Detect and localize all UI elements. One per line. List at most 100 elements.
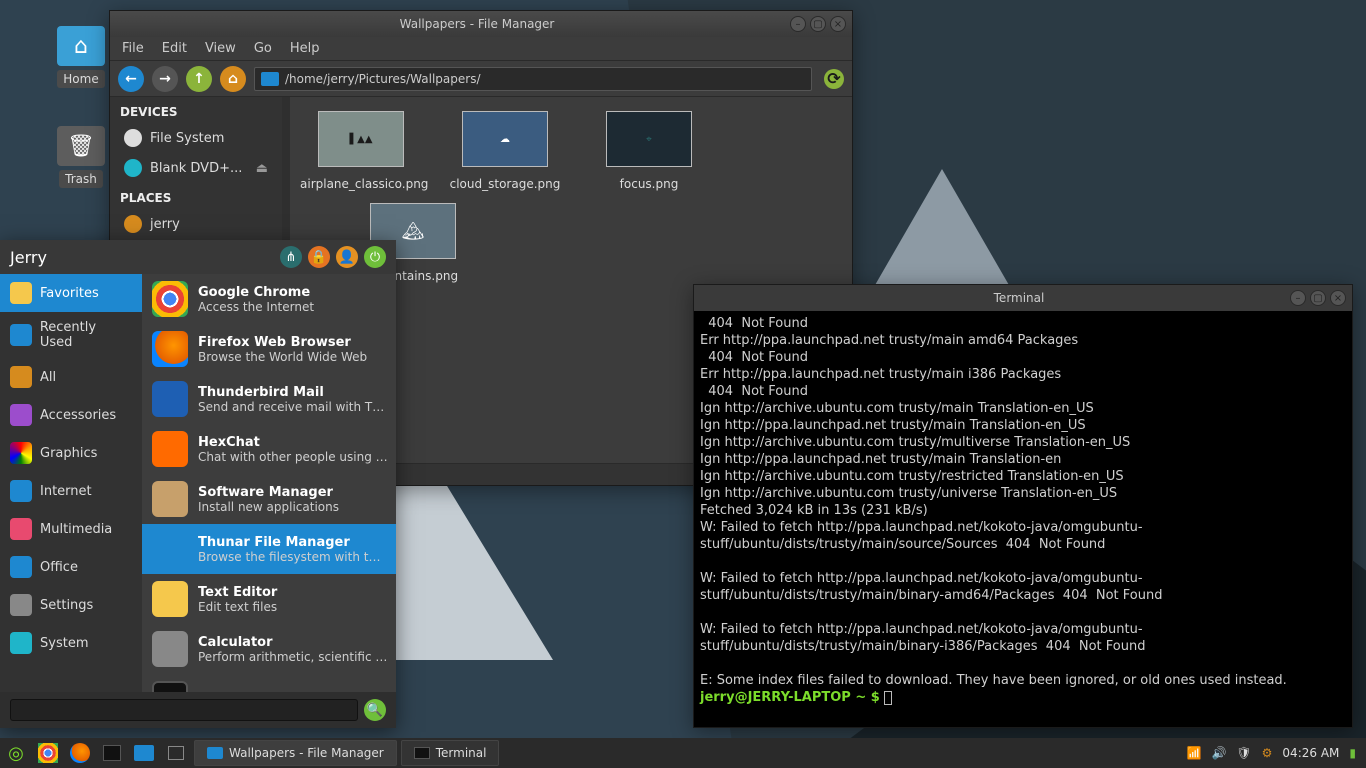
menu-help[interactable]: Help (290, 41, 320, 56)
menu-action-allsettings-icon[interactable]: ⋔ (280, 246, 302, 268)
file-manager-titlebar[interactable]: Wallpapers - File Manager – ▢ × (110, 11, 852, 37)
file-thumbnail: ▌▲▲ (318, 111, 404, 167)
launcher-firefox[interactable] (66, 740, 94, 766)
sidebar-item-home[interactable]: jerry (110, 209, 282, 239)
folder-icon (10, 324, 32, 346)
network-icon[interactable]: 📶 (1187, 746, 1202, 760)
volume-icon[interactable]: 🔊 (1211, 746, 1226, 760)
category-label: Internet (40, 484, 92, 499)
folder-home-icon: ⌂ (57, 26, 105, 66)
window-minimize-button[interactable]: – (1290, 290, 1306, 306)
sidebar-item-dvd[interactable]: Blank DVD+... ⏏ (110, 153, 282, 183)
launcher-terminal[interactable] (98, 740, 126, 766)
nav-back-button[interactable]: ← (118, 66, 144, 92)
menu-edit[interactable]: Edit (162, 41, 187, 56)
menu-search-input[interactable] (10, 699, 358, 721)
firefox-icon (70, 743, 90, 763)
window-maximize-button[interactable]: ▢ (810, 16, 826, 32)
nav-up-button[interactable]: ↑ (186, 66, 212, 92)
desktop-icon (168, 746, 184, 760)
search-icon[interactable]: 🔍 (364, 699, 386, 721)
reload-button[interactable]: ⟳ (824, 69, 844, 89)
task-label: Wallpapers - File Manager (229, 746, 384, 760)
menu-launcher-button[interactable]: ◎ (2, 740, 30, 766)
file-thumbnail: ☁ (462, 111, 548, 167)
menu-action-logout-icon[interactable]: ⏻ (364, 246, 386, 268)
category-recent[interactable]: Recently Used (0, 312, 142, 358)
category-label: Recently Used (40, 320, 132, 350)
app-item-thunderbird[interactable]: Thunderbird MailSend and receive mail wi… (142, 374, 396, 424)
terminal-icon (152, 681, 188, 692)
nav-home-button[interactable]: ⌂ (220, 66, 246, 92)
sidebar-item-filesystem[interactable]: File System (110, 123, 282, 153)
category-multimedia[interactable]: Multimedia (0, 510, 142, 548)
app-item-thunar[interactable]: Thunar File ManagerBrowse the filesystem… (142, 524, 396, 574)
category-label: Settings (40, 598, 93, 613)
app-item-software-manager[interactable]: Software ManagerInstall new applications (142, 474, 396, 524)
sidebar-section-devices: DEVICES (110, 97, 282, 123)
window-close-button[interactable]: × (1330, 290, 1346, 306)
path-bar[interactable]: /home/jerry/Pictures/Wallpapers/ (254, 67, 812, 91)
security-icon[interactable]: 🛡 (1236, 746, 1251, 760)
category-system[interactable]: System (0, 624, 142, 662)
menu-user-name: Jerry (10, 248, 47, 267)
category-office[interactable]: Office (0, 548, 142, 586)
launcher-files[interactable] (130, 740, 158, 766)
category-all[interactable]: All (0, 358, 142, 396)
window-title: Terminal (748, 291, 1290, 305)
menu-go[interactable]: Go (254, 41, 272, 56)
app-item-chrome[interactable]: Google ChromeAccess the Internet (142, 274, 396, 324)
menu-file[interactable]: File (122, 41, 144, 56)
clock[interactable]: 04:26 AM (1282, 746, 1339, 760)
app-item-hexchat[interactable]: HexChatChat with other people using I... (142, 424, 396, 474)
app-desc: Browse the filesystem with the... (198, 550, 388, 564)
app-item-calculator[interactable]: CalculatorPerform arithmetic, scientific… (142, 624, 396, 674)
terminal-icon (103, 745, 121, 761)
firefox-icon (152, 331, 188, 367)
drive-icon (124, 129, 142, 147)
category-internet[interactable]: Internet (0, 472, 142, 510)
window-maximize-button[interactable]: ▢ (1310, 290, 1326, 306)
updates-icon[interactable]: ⚙ (1262, 746, 1273, 760)
taskbar: ◎ Wallpapers - File Manager Terminal 📶 🔊… (0, 738, 1366, 768)
category-accessories[interactable]: Accessories (0, 396, 142, 434)
battery-icon[interactable]: ▮ (1349, 746, 1356, 760)
category-label: Favorites (40, 286, 99, 301)
terminal-titlebar[interactable]: Terminal – ▢ × (694, 285, 1352, 311)
thunar-icon (152, 531, 188, 567)
app-name: Xfce Terminal (198, 692, 298, 693)
eject-icon[interactable]: ⏏ (256, 161, 268, 176)
category-settings[interactable]: Settings (0, 586, 142, 624)
task-file-manager[interactable]: Wallpapers - File Manager (194, 740, 397, 766)
app-item-text-editor[interactable]: Text EditorEdit text files (142, 574, 396, 624)
app-item-firefox[interactable]: Firefox Web BrowserBrowse the World Wide… (142, 324, 396, 374)
category-label: Graphics (40, 446, 97, 461)
window-close-button[interactable]: × (830, 16, 846, 32)
home-icon (124, 215, 142, 233)
path-text: /home/jerry/Pictures/Wallpapers/ (285, 72, 481, 86)
show-desktop-button[interactable] (162, 740, 190, 766)
category-label: Accessories (40, 408, 116, 423)
category-favorites[interactable]: Favorites (0, 274, 142, 312)
grid-icon (10, 366, 32, 388)
app-item-xfce-terminal[interactable]: Xfce Terminal (142, 674, 396, 692)
desktop-icon-trash[interactable]: 🗑 Trash (46, 126, 116, 188)
desktop-icon-home[interactable]: ⌂ Home (46, 26, 116, 88)
terminal-content[interactable]: 404 Not Found Err http://ppa.launchpad.n… (694, 311, 1352, 727)
menu-action-switchuser-icon[interactable]: 👤 (336, 246, 358, 268)
task-terminal[interactable]: Terminal (401, 740, 500, 766)
category-graphics[interactable]: Graphics (0, 434, 142, 472)
sidebar-item-label: jerry (150, 217, 180, 232)
menu-view[interactable]: View (205, 41, 236, 56)
menu-action-lock-icon[interactable]: 🔒 (308, 246, 330, 268)
file-item[interactable]: ▌▲▲ airplane_classico.png (300, 111, 422, 191)
app-name: Thunderbird Mail (198, 385, 388, 400)
nav-forward-button[interactable]: → (152, 66, 178, 92)
window-minimize-button[interactable]: – (790, 16, 806, 32)
launcher-chrome[interactable] (34, 740, 62, 766)
terminal-icon (414, 747, 430, 759)
file-item[interactable]: ☁ cloud_storage.png (444, 111, 566, 191)
app-name: Calculator (198, 635, 388, 650)
terminal-window: Terminal – ▢ × 404 Not Found Err http://… (693, 284, 1353, 728)
file-item[interactable]: ⌖ focus.png (588, 111, 710, 191)
